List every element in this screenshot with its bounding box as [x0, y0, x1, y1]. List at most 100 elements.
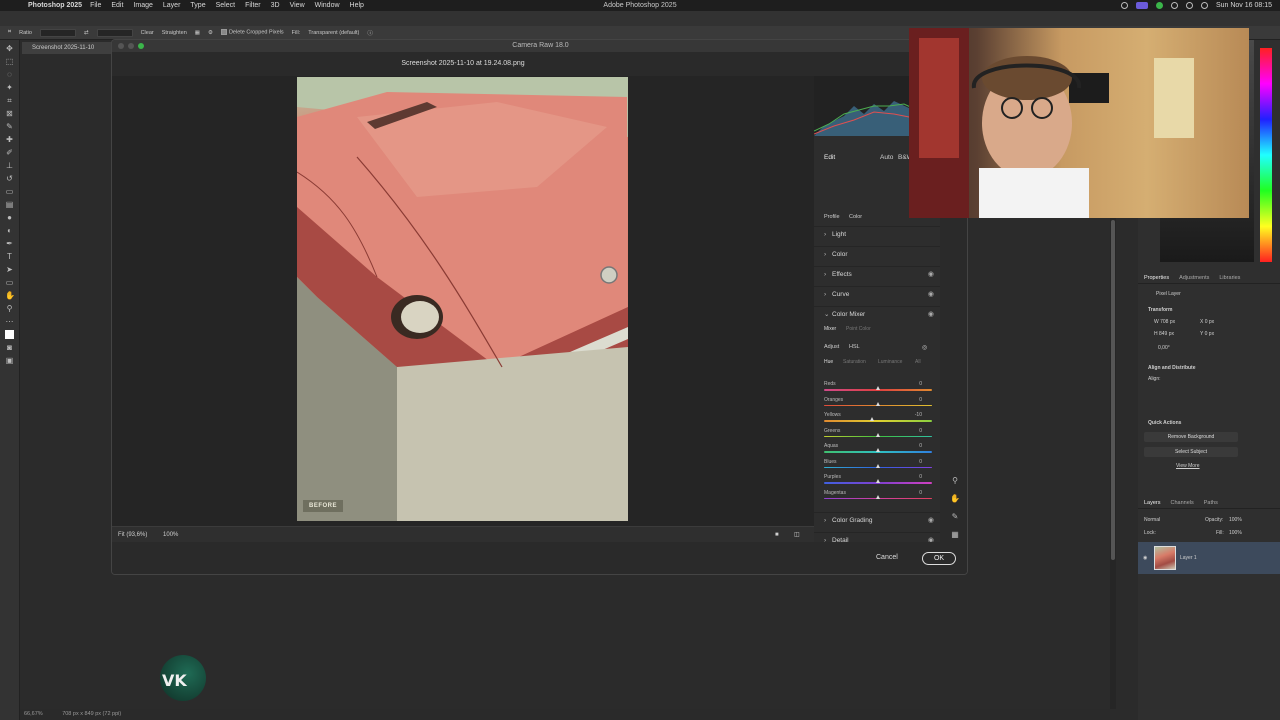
path-select-icon[interactable]: ➤	[5, 265, 14, 274]
slider-value-input[interactable]: 0	[904, 490, 922, 496]
delete-cropped-checkbox[interactable]: Delete Cropped Pixels	[220, 29, 284, 36]
preview-area[interactable]: BEFORE	[112, 76, 814, 526]
history-brush-icon[interactable]: ↺	[5, 174, 14, 183]
preview-image[interactable]: BEFORE	[297, 77, 628, 521]
section-effects[interactable]: › Effects ◉	[814, 266, 940, 282]
foreground-color-swatch[interactable]	[5, 330, 14, 339]
menu-item-select[interactable]: Select	[216, 2, 235, 9]
cancel-button[interactable]: Cancel	[876, 554, 898, 561]
blur-tool-icon[interactable]: ●	[5, 213, 14, 222]
brush-tool-icon[interactable]: ✐	[5, 148, 14, 157]
slider-purples[interactable]: Purples 0	[824, 474, 932, 489]
lasso-tool-icon[interactable]: ◌	[5, 70, 14, 79]
slider-oranges[interactable]: Oranges 0	[824, 397, 932, 412]
visibility-eye-icon[interactable]: ◉	[928, 513, 934, 529]
chevron-right-icon[interactable]: ›	[824, 267, 832, 283]
chevron-down-icon[interactable]: ⌄	[824, 307, 832, 323]
visibility-eye-icon[interactable]: ◉	[928, 267, 934, 283]
ratio-height-input[interactable]	[96, 28, 133, 37]
chevron-right-icon[interactable]: ›	[824, 247, 832, 263]
screen-share-icon[interactable]	[1135, 2, 1148, 9]
tab-layers[interactable]: Layers	[1144, 497, 1161, 508]
slider-thumb[interactable]	[875, 401, 880, 406]
profile-dropdown[interactable]: Color	[849, 214, 862, 220]
slider-thumb[interactable]	[875, 463, 880, 468]
slider-value-input[interactable]: 0	[904, 428, 922, 434]
remove-background-button[interactable]: Remove Background	[1144, 432, 1238, 442]
app-status-icon[interactable]	[1155, 2, 1163, 9]
gear-icon[interactable]: ⚙	[208, 30, 213, 36]
zoom-100-button[interactable]: 100%	[163, 532, 178, 538]
hand-icon[interactable]: ✋	[950, 494, 960, 504]
hand-tool-icon[interactable]: ✋	[5, 291, 15, 300]
height-field[interactable]: H 849 px	[1154, 331, 1174, 337]
adjust-dropdown[interactable]: HSL	[849, 344, 860, 350]
slider-value-input[interactable]: 0	[904, 474, 922, 480]
section-color-grading[interactable]: › Color Grading ◉	[814, 512, 940, 528]
tab-hue[interactable]: Hue	[824, 359, 833, 365]
magic-wand-icon[interactable]: ✦	[5, 83, 14, 92]
clone-stamp-icon[interactable]: ⊥	[5, 161, 14, 170]
rectangle-tool-icon[interactable]: ▭	[5, 278, 14, 287]
swap-icon[interactable]: ⇄	[84, 30, 89, 36]
menu-item-help[interactable]: Help	[350, 2, 364, 9]
layer-row[interactable]: ◉ Layer 1	[1138, 542, 1280, 574]
slider-aquas[interactable]: Aquas 0	[824, 443, 932, 458]
close-window-button[interactable]	[118, 43, 124, 49]
align-distribute-heading[interactable]: Align and Distribute	[1148, 365, 1196, 371]
slider-thumb[interactable]	[875, 448, 880, 452]
slider-thumb[interactable]	[875, 479, 880, 483]
section-color[interactable]: › Color	[814, 246, 940, 262]
document-tab[interactable]: Screenshot 2025-11-10	[22, 42, 112, 54]
crop-tool-icon[interactable]: ⌗	[8, 29, 11, 36]
zoom-fit-dropdown[interactable]: Fit (93,6%)	[118, 532, 147, 538]
slider-value-input[interactable]: -10	[904, 412, 922, 418]
doc-size[interactable]: 708 px x 849 px (72 ppi)	[62, 711, 121, 717]
record-icon[interactable]	[1120, 2, 1128, 9]
dodge-tool-icon[interactable]: ◐	[5, 226, 14, 235]
type-tool-icon[interactable]: T	[5, 252, 14, 261]
chevron-right-icon[interactable]: ›	[824, 287, 832, 303]
slider-greens[interactable]: Greens 0	[824, 428, 932, 443]
auto-button[interactable]: Auto	[880, 154, 893, 161]
menu-item-image[interactable]: Image	[133, 2, 152, 9]
hue-slider[interactable]	[1260, 48, 1272, 262]
visibility-eye-icon[interactable]: ◉	[1143, 555, 1147, 561]
move-tool-icon[interactable]: ✥	[5, 44, 14, 53]
angle-field[interactable]: 0,00°	[1158, 345, 1170, 351]
tab-channels[interactable]: Channels	[1171, 497, 1194, 508]
zoom-tool-icon[interactable]: ⚲	[5, 304, 14, 313]
zoom-icon[interactable]: ⚲	[950, 476, 960, 486]
minimize-window-button[interactable]	[128, 43, 134, 49]
x-field[interactable]: X 0 px	[1200, 319, 1214, 325]
menu-item-edit[interactable]: Edit	[111, 2, 123, 9]
marquee-tool-icon[interactable]: ⬚	[5, 57, 14, 66]
menu-item-type[interactable]: Type	[190, 2, 205, 9]
app-name[interactable]: Photoshop 2025	[28, 2, 82, 9]
more-tools-icon[interactable]: ⋯	[5, 317, 14, 326]
menu-item-3d[interactable]: 3D	[271, 2, 280, 9]
quick-mask-icon[interactable]: ◙	[5, 343, 14, 352]
slider-value-input[interactable]: 0	[904, 443, 922, 449]
info-icon[interactable]: ⓘ	[367, 29, 373, 37]
layer-name[interactable]: Layer 1	[1180, 555, 1197, 561]
grid-icon[interactable]: ▦	[950, 530, 960, 540]
frame-tool-icon[interactable]: ⊠	[5, 109, 14, 118]
ok-button[interactable]: OK	[922, 552, 956, 565]
targeted-adjust-icon[interactable]: ◎	[922, 344, 927, 351]
blend-mode-dropdown[interactable]: Normal	[1144, 517, 1160, 523]
view-more-link[interactable]: View More	[1176, 463, 1200, 469]
crop-tool-icon[interactable]: ⌗	[5, 96, 14, 105]
tab-adjustments[interactable]: Adjustments	[1179, 272, 1209, 283]
slider-magentas[interactable]: Magentas 0	[824, 490, 932, 505]
single-view-icon[interactable]: ■	[775, 527, 779, 543]
slider-thumb[interactable]	[875, 494, 880, 499]
slider-blues[interactable]: Blues 0	[824, 459, 932, 474]
quick-actions-heading[interactable]: Quick Actions	[1148, 420, 1181, 426]
transform-heading[interactable]: Transform	[1148, 307, 1172, 313]
tab-luminance[interactable]: Luminance	[878, 359, 902, 365]
wifi-icon[interactable]	[1185, 2, 1193, 9]
straighten-button[interactable]: Straighten	[162, 30, 187, 36]
before-after-icon[interactable]: ◫	[794, 527, 800, 543]
tab-paths[interactable]: Paths	[1204, 497, 1218, 508]
